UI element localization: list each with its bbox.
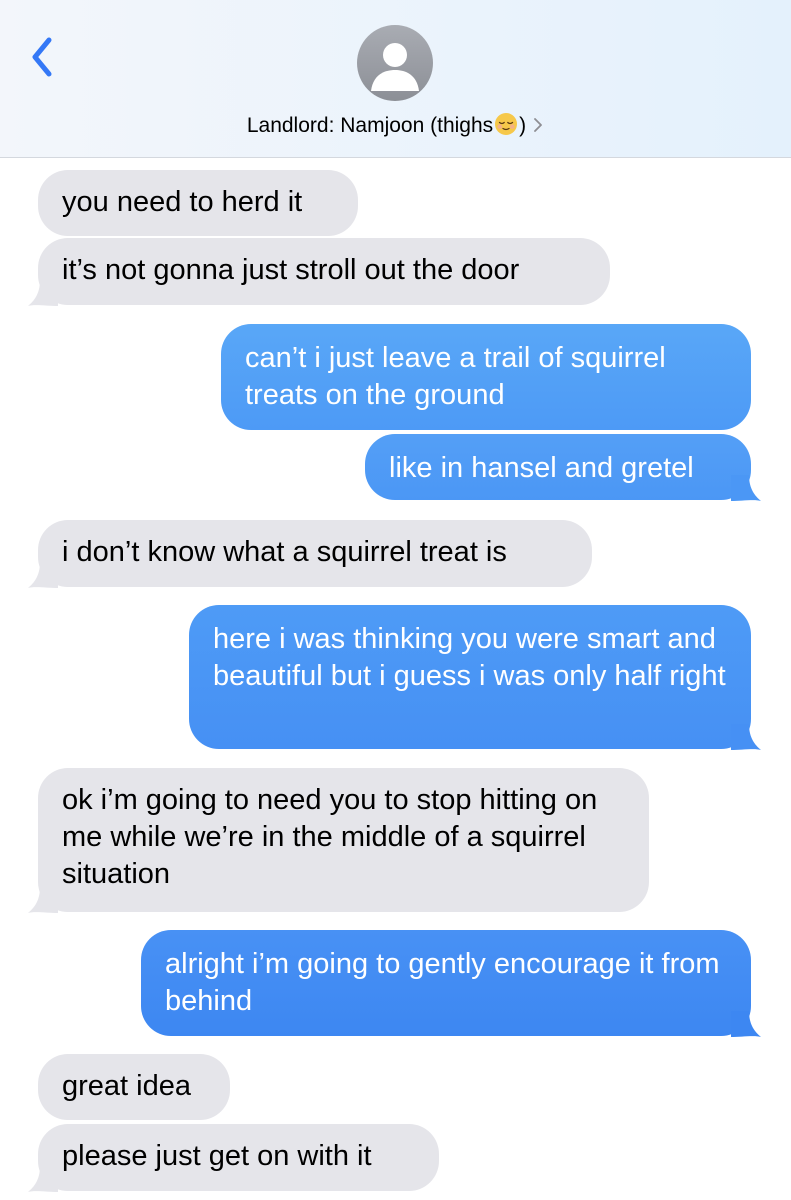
- bubble-tail: [731, 475, 761, 501]
- message-text: alright i’m going to gently encourage it…: [165, 948, 720, 1017]
- received-message[interactable]: great idea: [38, 1054, 230, 1120]
- contact-name: Landlord: Namjoon (thighs: [246, 114, 494, 137]
- sent-message[interactable]: alright i’m going to gently encourage it…: [141, 930, 761, 1037]
- message-text: i don’t know what a squirrel treat is: [62, 536, 507, 568]
- chevron-right-icon: [534, 118, 543, 132]
- person-silhouette-icon: [371, 43, 419, 91]
- message-text: great idea: [62, 1070, 191, 1102]
- contact-name-button[interactable]: Landlord: Namjoon (thighs ): [0, 112, 791, 138]
- received-message[interactable]: you need to herd it: [38, 170, 358, 236]
- bubble-tail: [28, 1166, 58, 1192]
- relieved-face-emoji: [495, 113, 518, 135]
- bubble-tail: [28, 887, 58, 913]
- conversation-header: Landlord: Namjoon (thighs ): [0, 0, 791, 158]
- chevron-left-icon[interactable]: [22, 30, 66, 86]
- sent-message[interactable]: can’t i just leave a trail of squirrel t…: [221, 324, 751, 430]
- sent-message[interactable]: here i was thinking you were smart and b…: [189, 605, 761, 750]
- received-message[interactable]: please just get on with it: [28, 1124, 439, 1192]
- message-text: like in hansel and gretel: [389, 452, 694, 484]
- contact-avatar[interactable]: [357, 25, 433, 101]
- message-text: please just get on with it: [62, 1140, 372, 1172]
- bubble-tail: [28, 562, 58, 588]
- contact-name-suffix: ): [519, 114, 527, 137]
- message-text: it’s not gonna just stroll out the door: [62, 254, 520, 286]
- bubble-tail: [731, 1011, 761, 1037]
- received-message[interactable]: i don’t know what a squirrel treat is: [28, 520, 592, 588]
- message-thread[interactable]: you need to herd it it’s not gonna just …: [0, 157, 791, 1200]
- message-text: here i was thinking you were smart and b…: [213, 623, 726, 692]
- bubble-tail: [28, 280, 58, 306]
- sent-message[interactable]: like in hansel and gretel: [365, 434, 761, 501]
- bubble-tail: [731, 724, 761, 750]
- message-text: you need to herd it: [62, 186, 303, 218]
- message-text: ok i’m going to need you to stop hitting…: [62, 784, 598, 890]
- received-message[interactable]: it’s not gonna just stroll out the door: [28, 238, 610, 306]
- message-text: can’t i just leave a trail of squirrel t…: [245, 342, 666, 411]
- received-message[interactable]: ok i’m going to need you to stop hitting…: [28, 768, 649, 913]
